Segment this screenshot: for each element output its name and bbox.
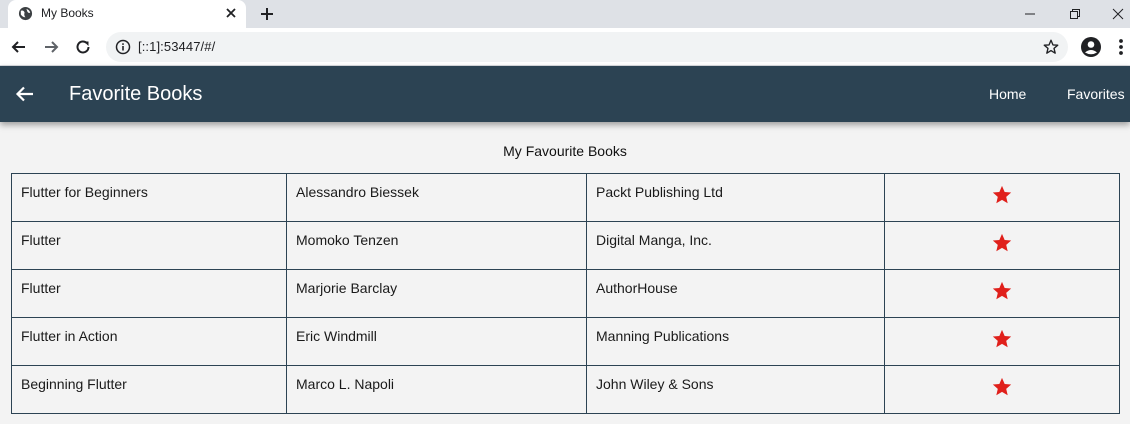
tab-title: My Books bbox=[41, 6, 94, 20]
book-author: Eric Windmill bbox=[286, 317, 587, 366]
favorite-cell bbox=[884, 269, 1120, 318]
favorite-cell bbox=[884, 221, 1120, 270]
book-title: Flutter bbox=[11, 221, 287, 270]
reload-icon[interactable] bbox=[73, 37, 93, 57]
table-row: Flutter Marjorie Barclay AuthorHouse bbox=[11, 269, 1120, 318]
plus-icon[interactable] bbox=[257, 4, 277, 24]
nav-home-button[interactable]: Home bbox=[989, 86, 1026, 102]
book-publisher: Packt Publishing Ltd bbox=[586, 173, 885, 222]
browser-tab[interactable]: My Books bbox=[8, 0, 246, 28]
book-publisher: AuthorHouse bbox=[586, 269, 885, 318]
minimize-button[interactable] bbox=[1010, 0, 1050, 28]
minimize-icon bbox=[1025, 13, 1035, 15]
star-icon[interactable] bbox=[991, 280, 1013, 302]
book-title: Flutter in Action bbox=[11, 317, 287, 366]
account-icon[interactable] bbox=[1080, 36, 1102, 58]
restore-button[interactable] bbox=[1055, 0, 1095, 28]
star-icon[interactable] bbox=[991, 376, 1013, 398]
back-arrow-icon[interactable] bbox=[14, 83, 36, 105]
star-outline-icon[interactable] bbox=[1042, 38, 1060, 56]
book-publisher: John Wiley & Sons bbox=[586, 365, 885, 414]
app-bar: Favorite Books Home Favorites bbox=[0, 66, 1130, 122]
app-bar-title: Favorite Books bbox=[69, 83, 203, 105]
favorite-cell bbox=[884, 173, 1120, 222]
book-title: Flutter bbox=[11, 269, 287, 318]
book-publisher: Manning Publications bbox=[586, 317, 885, 366]
address-bar[interactable]: [::1]:53447/#/ bbox=[106, 32, 1068, 62]
close-window-icon bbox=[1112, 8, 1124, 20]
book-author: Momoko Tenzen bbox=[286, 221, 587, 270]
kebab-menu-icon[interactable] bbox=[1113, 37, 1129, 57]
globe-icon bbox=[18, 6, 33, 21]
address-bar-url: [::1]:53447/#/ bbox=[138, 39, 216, 54]
favorite-cell bbox=[884, 365, 1120, 414]
table-row: Flutter for Beginners Alessandro Biessek… bbox=[11, 173, 1120, 222]
restore-icon bbox=[1070, 9, 1080, 19]
star-icon[interactable] bbox=[991, 184, 1013, 206]
book-title: Flutter for Beginners bbox=[11, 173, 287, 222]
arrow-left-icon[interactable] bbox=[9, 37, 29, 57]
close-window-button[interactable] bbox=[1098, 0, 1130, 28]
star-icon[interactable] bbox=[991, 328, 1013, 350]
browser-tab-strip: My Books bbox=[0, 0, 1130, 28]
table-row: Flutter Momoko Tenzen Digital Manga, Inc… bbox=[11, 221, 1120, 270]
nav-favorites-button[interactable]: Favorites bbox=[1067, 86, 1125, 102]
book-author: Alessandro Biessek bbox=[286, 173, 587, 222]
table-row: Beginning Flutter Marco L. Napoli John W… bbox=[11, 365, 1120, 414]
table-row: Flutter in Action Eric Windmill Manning … bbox=[11, 317, 1120, 366]
favorite-books-table: Flutter for Beginners Alessandro Biessek… bbox=[11, 173, 1120, 414]
book-title: Beginning Flutter bbox=[11, 365, 287, 414]
info-icon[interactable] bbox=[115, 39, 131, 55]
favorite-cell bbox=[884, 317, 1120, 366]
page-caption: My Favourite Books bbox=[503, 143, 627, 159]
arrow-right-icon[interactable] bbox=[41, 37, 61, 57]
star-icon[interactable] bbox=[991, 232, 1013, 254]
book-publisher: Digital Manga, Inc. bbox=[586, 221, 885, 270]
browser-toolbar: [::1]:53447/#/ bbox=[0, 28, 1130, 66]
book-author: Marjorie Barclay bbox=[286, 269, 587, 318]
close-icon[interactable] bbox=[223, 5, 239, 21]
book-author: Marco L. Napoli bbox=[286, 365, 587, 414]
